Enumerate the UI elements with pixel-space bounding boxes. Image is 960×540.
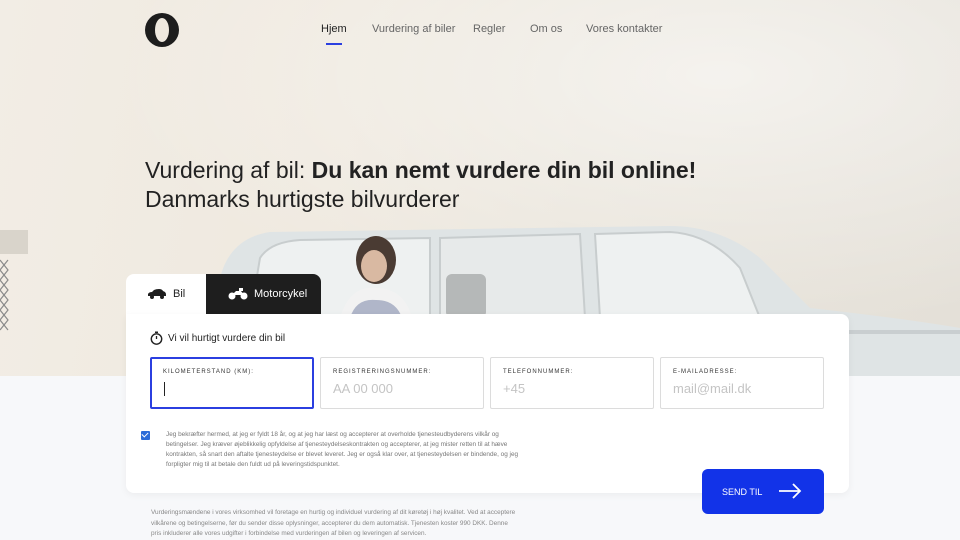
page-title-bold: Du kan nemt vurdere din bil online! bbox=[311, 157, 697, 183]
hero-headline: Vurdering af bil: Du kan nemt vurdere di… bbox=[145, 156, 785, 214]
tab-bil[interactable]: Bil bbox=[126, 274, 206, 314]
email-field-label: E-MAILADRESSE: bbox=[673, 369, 738, 375]
motorcycle-icon bbox=[228, 288, 248, 300]
pricing-footnote: Vurderingsmændene i vores virksomhed vil… bbox=[151, 509, 516, 537]
text-caret bbox=[164, 382, 165, 396]
form-title: Vi vil hurtigt vurdere din bil bbox=[150, 331, 285, 345]
phone-input[interactable] bbox=[503, 379, 641, 397]
page-subtitle: Danmarks hurtigste bilvurderer bbox=[145, 186, 460, 212]
send-button-label: SEND TIL bbox=[722, 486, 763, 497]
main-navigation: Hjem Vurdering af biler Regler Om os Vor… bbox=[0, 23, 960, 47]
phone-field-label: TELEFONNUMMER: bbox=[503, 369, 574, 375]
consent-text: Jeg bekræfter hermed, at jeg er fyldt 18… bbox=[166, 431, 519, 468]
nav-item-hjem[interactable]: Hjem bbox=[321, 23, 347, 45]
form-title-text: Vi vil hurtigt vurdere din bil bbox=[168, 332, 286, 344]
send-button[interactable]: SEND TIL bbox=[702, 469, 824, 514]
email-input[interactable] bbox=[673, 379, 811, 397]
tab-motorcykel[interactable]: Motorcykel bbox=[206, 274, 321, 314]
km-input[interactable] bbox=[164, 380, 302, 398]
km-field-label: KILOMETERSTAND (KM): bbox=[163, 369, 254, 375]
registration-input[interactable] bbox=[333, 379, 471, 397]
registration-field: REGISTRERINGSNUMMER: bbox=[320, 357, 484, 409]
car-icon bbox=[148, 289, 166, 299]
tab-bil-label: Bil bbox=[173, 288, 186, 300]
stopwatch-icon bbox=[150, 331, 163, 345]
tab-motorcykel-label: Motorcykel bbox=[254, 288, 308, 300]
nav-item-om-os[interactable]: Om os bbox=[530, 23, 562, 35]
nav-item-vores-kontakter[interactable]: Vores kontakter bbox=[586, 23, 662, 35]
consent-checkbox[interactable] bbox=[141, 431, 150, 440]
email-field: E-MAILADRESSE: bbox=[660, 357, 824, 409]
arrow-right-icon bbox=[779, 483, 802, 499]
window-grille-decoration bbox=[0, 230, 28, 331]
phone-field: TELEFONNUMMER: bbox=[490, 357, 654, 409]
km-field: KILOMETERSTAND (KM): bbox=[150, 357, 314, 409]
page-title-prefix: Vurdering af bil: bbox=[145, 157, 312, 183]
page-title: Vurdering af bil: Du kan nemt vurdere di… bbox=[145, 156, 785, 184]
registration-field-label: REGISTRERINGSNUMMER: bbox=[333, 369, 432, 375]
nav-item-vurdering-af-biler[interactable]: Vurdering af biler bbox=[372, 23, 455, 35]
nav-item-regler[interactable]: Regler bbox=[473, 23, 505, 35]
